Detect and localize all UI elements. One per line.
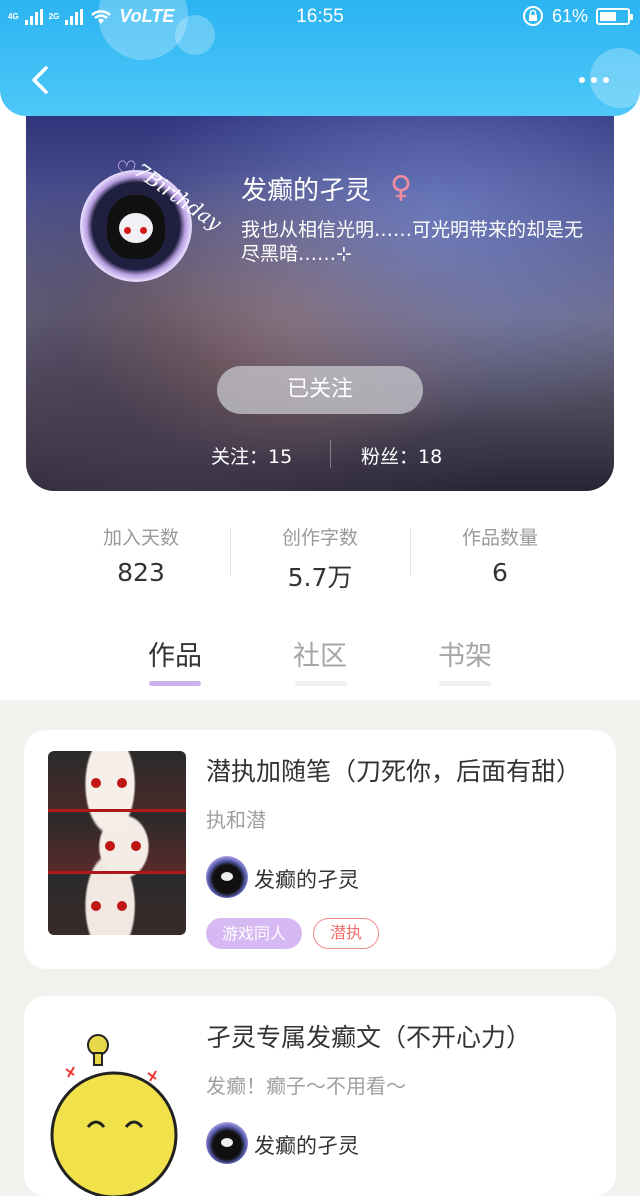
stat-work-count: 作品数量 6 <box>410 523 590 587</box>
stat-label: 创作字数 <box>281 527 358 549</box>
tab-community-indicator <box>295 681 347 686</box>
battery-level <box>600 11 616 21</box>
tab-works[interactable]: 作品 <box>130 634 220 673</box>
work-title: 潜执加随笔（刀死你，后面有甜） <box>206 757 582 786</box>
tab-community[interactable]: 社区 <box>275 634 365 673</box>
avatar-character <box>107 195 165 259</box>
user-name: 发癫的孑灵 <box>241 176 372 206</box>
avatar-eye <box>140 227 147 234</box>
work-cover-image <box>48 1017 186 1196</box>
user-bio: 我也从相信光明……可光明带来的却是无尽黑暗……⊹ <box>241 219 584 265</box>
tag-game-fanfic[interactable]: 游戏同人 <box>206 918 303 949</box>
stat-join-days: 加入天数 823 <box>51 523 231 587</box>
work-subtitle: 发癫！癫子～不用看～ <box>206 1074 406 1098</box>
battery-status: 61% <box>522 5 633 27</box>
author-name: 发癫的孑灵 <box>254 1134 359 1158</box>
work-card[interactable]: 潜执加随笔（刀死你，后面有甜） 执和潜 发癫的孑灵 游戏同人 潜执 <box>24 730 616 969</box>
tab-works-indicator <box>149 681 201 686</box>
status-bar: 4G 2G VoLTE 16:55 61% <box>0 0 640 34</box>
tab-bookshelf-indicator <box>439 681 491 686</box>
author-avatar <box>206 1122 248 1164</box>
battery-percent: 61% <box>551 5 588 26</box>
tag-qianzhi[interactable]: 潜执 <box>313 918 380 949</box>
follow-stats: 关注：15 粉丝：18 <box>26 440 614 470</box>
rotation-lock-icon <box>522 6 543 26</box>
work-cover-image <box>48 751 186 935</box>
divider <box>330 440 331 468</box>
profile-card: ♡ 7Birthday 发癫的孑灵 ♀ 我也从相信光明……可光明带来的却是无尽黑… <box>26 100 614 491</box>
stat-label: 加入天数 <box>102 527 179 549</box>
back-arrow-icon[interactable] <box>24 62 60 98</box>
stats-card: 加入天数 823 创作字数 5.7万 作品数量 6 <box>51 470 589 613</box>
cover-emoji <box>50 1034 178 1196</box>
following-count[interactable]: 关注：15 <box>211 442 292 469</box>
stat-label: 作品数量 <box>461 527 538 549</box>
work-card[interactable]: 孑灵专属发癫文（不开心力） 发癫！癫子～不用看～ 发癫的孑灵 <box>24 996 616 1196</box>
avatar-eye <box>124 227 131 234</box>
stat-value: 5.7万 <box>287 563 353 592</box>
work-title: 孑灵专属发癫文（不开心力） <box>206 1023 532 1052</box>
top-header: 4G 2G VoLTE 16:55 61% <box>0 0 640 116</box>
female-gender-icon: ♀ <box>390 170 412 205</box>
battery-icon <box>596 7 633 25</box>
followed-button[interactable]: 已关注 <box>217 366 423 414</box>
work-subtitle: 执和潜 <box>206 808 266 832</box>
more-options-icon[interactable] <box>576 68 612 92</box>
author-avatar <box>206 856 248 898</box>
fans-count[interactable]: 粉丝：18 <box>361 442 442 469</box>
cover-faces <box>48 778 186 911</box>
stat-word-count: 创作字数 5.7万 <box>230 523 410 594</box>
stat-value: 6 <box>492 558 508 587</box>
avatar[interactable]: ♡ 7Birthday <box>70 150 226 290</box>
tab-bookshelf[interactable]: 书架 <box>420 634 510 673</box>
author-name: 发癫的孑灵 <box>254 868 359 892</box>
stat-value: 823 <box>117 558 165 587</box>
